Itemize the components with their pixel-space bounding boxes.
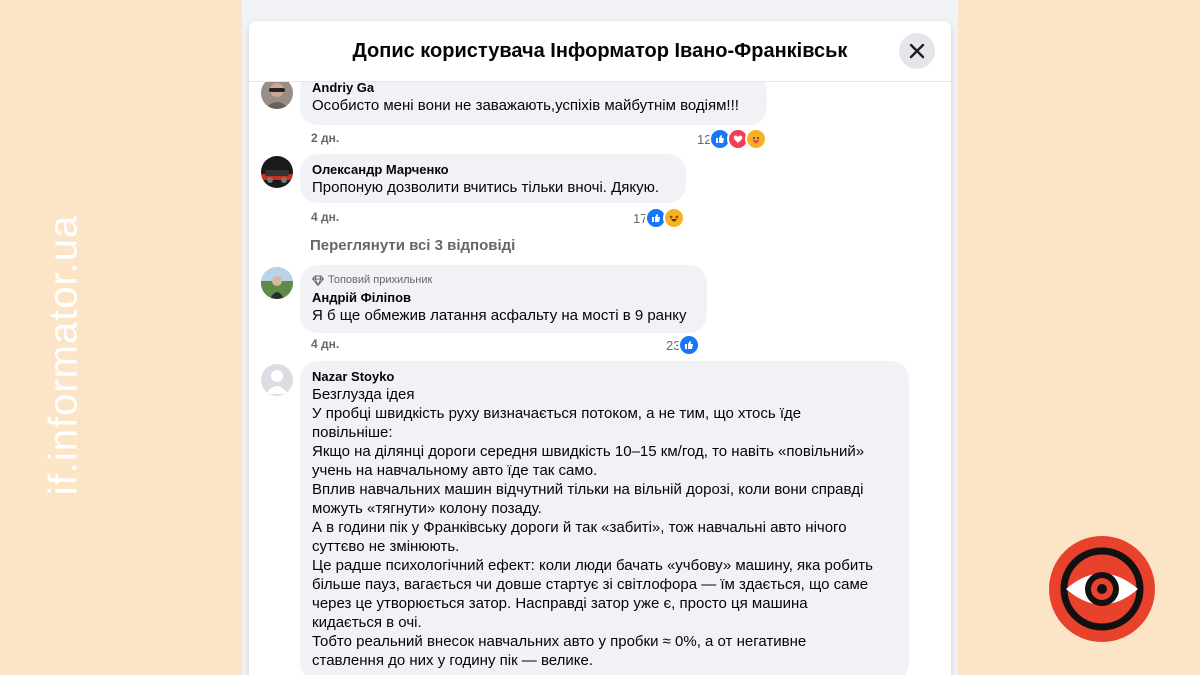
comment-author[interactable]: Андрій Філіпов bbox=[312, 290, 695, 306]
reactions-summary[interactable]: 12 bbox=[697, 128, 768, 150]
badge-label: Топовий прихильник bbox=[328, 274, 433, 286]
avatar[interactable] bbox=[261, 364, 293, 396]
comment-line: більше пауз, вагається чи довше стартує … bbox=[312, 576, 869, 593]
comment-time[interactable]: 2 дн. bbox=[311, 131, 339, 145]
reactions-summary[interactable]: 23 bbox=[666, 334, 701, 356]
comment-author[interactable]: Олександр Марченко bbox=[312, 162, 674, 178]
top-fan-badge: Топовий прихильник bbox=[312, 273, 695, 287]
comment-text: Я б ще обмежив латання асфальту на мості… bbox=[312, 307, 687, 324]
comment-line: Вплив навчальних машин відчутний тільки … bbox=[312, 481, 864, 498]
diamond-icon bbox=[312, 275, 324, 286]
post-modal: Допис користувача Інформатор Івано-Франк… bbox=[249, 21, 951, 675]
comment-line: суттєво не змінюють. bbox=[312, 538, 460, 555]
view-replies-link[interactable]: Переглянути всі 3 відповіді bbox=[310, 237, 515, 254]
comment-text: Особисто мені вони не заважають,успіхів … bbox=[312, 97, 739, 114]
comment-line: повільніше: bbox=[312, 424, 393, 441]
like-reaction-icon bbox=[678, 334, 701, 356]
comment-line: Це радше психологічний ефект: коли люди … bbox=[312, 557, 873, 574]
left-background bbox=[0, 0, 242, 675]
comment-time[interactable]: 4 дн. bbox=[311, 210, 339, 224]
comment-line: учень на навчальному авто їде так само. bbox=[312, 462, 598, 479]
comment-line: Тобто реальний внесок навчальних авто у … bbox=[312, 633, 807, 650]
modal-header: Допис користувача Інформатор Івано-Франк… bbox=[249, 21, 951, 82]
comment-time[interactable]: 4 дн. bbox=[311, 337, 339, 351]
comment-bubble: Олександр Марченко Пропоную дозволити вч… bbox=[300, 154, 686, 203]
care-reaction-icon bbox=[745, 128, 768, 150]
comment-bubble: Nazar Stoyko Безглузда ідея У пробці шви… bbox=[300, 361, 909, 675]
comment-line: Якщо на ділянці дороги середня швидкість… bbox=[312, 443, 865, 460]
default-avatar-icon bbox=[266, 370, 288, 394]
reactions-summary[interactable]: 17 bbox=[633, 207, 686, 229]
site-watermark: if.informator.ua bbox=[41, 214, 86, 496]
modal-title: Допис користувача Інформатор Івано-Франк… bbox=[352, 40, 848, 62]
comment-author[interactable]: Andriy Ga bbox=[312, 80, 755, 96]
close-button[interactable] bbox=[899, 33, 935, 69]
comment-line: У пробці швидкість руху визначається пот… bbox=[312, 405, 802, 422]
close-icon bbox=[909, 43, 925, 59]
comment-line: можуть «тягнути» колону позаду. bbox=[312, 500, 542, 517]
haha-reaction-icon bbox=[663, 207, 686, 229]
comment-line: кидається в очі. bbox=[312, 614, 422, 631]
eye-logo-icon bbox=[1049, 536, 1155, 642]
comment-line: через це утворюється затор. Насправді за… bbox=[312, 595, 808, 612]
comment-line: А в години пік у Франківську дороги й та… bbox=[312, 519, 847, 536]
comment-line: ставлення до них у годину пік — велике. bbox=[312, 652, 593, 669]
comment-line: Безглузда ідея bbox=[312, 386, 415, 403]
comment-author[interactable]: Nazar Stoyko bbox=[312, 369, 897, 385]
avatar[interactable] bbox=[261, 267, 293, 299]
avatar[interactable] bbox=[261, 156, 293, 188]
comment-bubble: Топовий прихильник Андрій Філіпов Я б ще… bbox=[300, 265, 707, 333]
comment-text: Пропоную дозволити вчитись тільки вночі.… bbox=[312, 179, 660, 196]
